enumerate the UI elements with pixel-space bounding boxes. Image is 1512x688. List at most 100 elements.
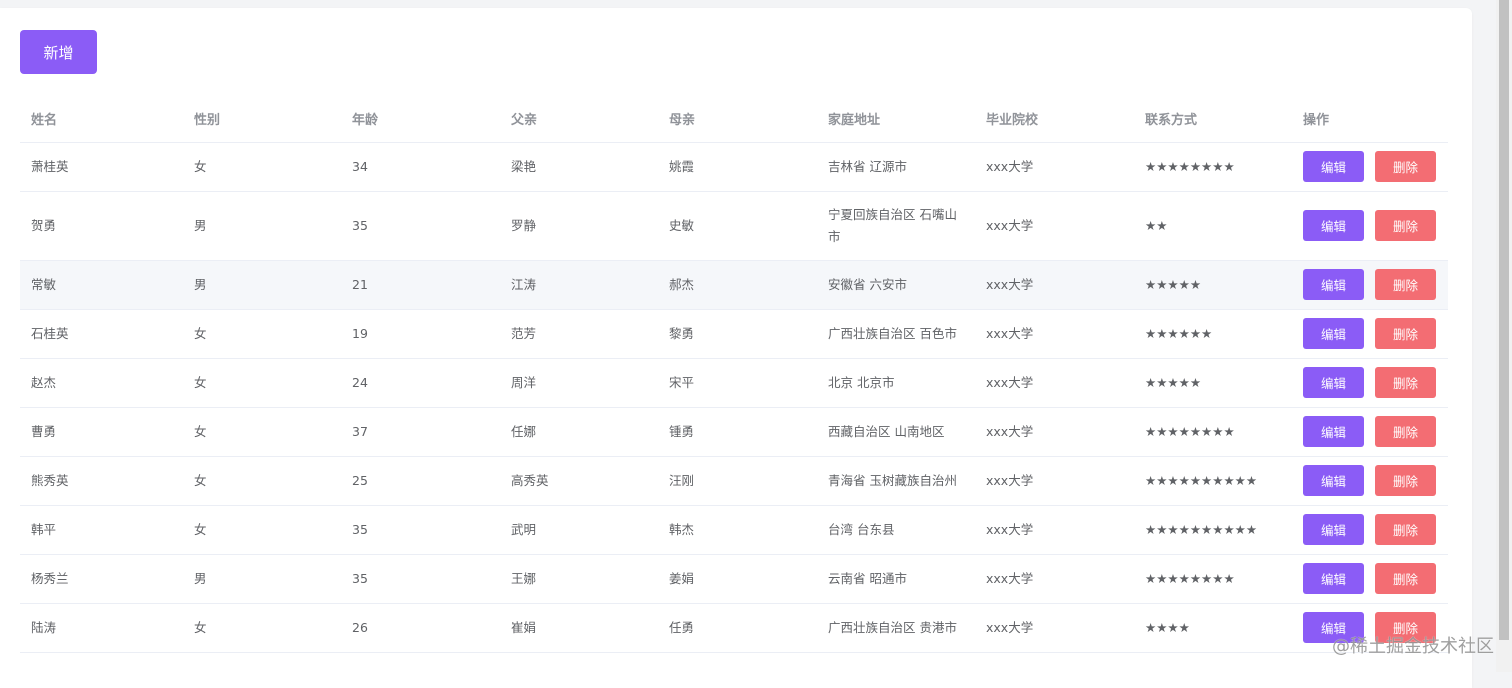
cell-father: 崔娟 <box>500 603 658 652</box>
column-header-actions: 操作 <box>1292 95 1448 142</box>
cell-age: 34 <box>341 142 500 191</box>
cell-age: 35 <box>341 554 500 603</box>
cell-mother: 姚霞 <box>658 142 817 191</box>
column-header-address[interactable]: 家庭地址 <box>817 95 975 142</box>
delete-button[interactable]: 删除 <box>1375 563 1436 594</box>
cell-name: 石桂英 <box>20 309 183 358</box>
cell-address: 青海省 玉树藏族自治州 <box>817 456 975 505</box>
cell-name: 萧桂英 <box>20 142 183 191</box>
scrollbar-thumb[interactable] <box>1499 0 1509 640</box>
cell-school: xxx大学 <box>975 603 1134 652</box>
cell-gender: 女 <box>183 505 341 554</box>
cell-contact: ★★★★★ <box>1134 358 1292 407</box>
table-row[interactable]: 杨秀兰 男 35 王娜 姜娟 云南省 昭通市 xxx大学 ★★★★★★★★ 编辑… <box>20 554 1448 603</box>
edit-button[interactable]: 编辑 <box>1303 465 1364 496</box>
cell-father: 范芳 <box>500 309 658 358</box>
cell-school: xxx大学 <box>975 554 1134 603</box>
add-button[interactable]: 新增 <box>20 30 97 74</box>
cell-age: 25 <box>341 456 500 505</box>
cell-actions: 编辑删除 <box>1292 505 1448 554</box>
delete-button[interactable]: 删除 <box>1375 416 1436 447</box>
table-body: 萧桂英 女 34 梁艳 姚霞 吉林省 辽源市 xxx大学 ★★★★★★★★ 编辑… <box>20 142 1448 652</box>
cell-school: xxx大学 <box>975 142 1134 191</box>
cell-contact: ★★★★★★★★★★ <box>1134 505 1292 554</box>
edit-button[interactable]: 编辑 <box>1303 416 1364 447</box>
delete-button[interactable]: 删除 <box>1375 367 1436 398</box>
cell-school: xxx大学 <box>975 191 1134 260</box>
cell-name: 贺勇 <box>20 191 183 260</box>
cell-contact: ★★★★★ <box>1134 260 1292 309</box>
delete-button[interactable]: 删除 <box>1375 514 1436 545</box>
cell-age: 35 <box>341 505 500 554</box>
cell-gender: 女 <box>183 407 341 456</box>
table-row[interactable]: 陆涛 女 26 崔娟 任勇 广西壮族自治区 贵港市 xxx大学 ★★★★ 编辑删… <box>20 603 1448 652</box>
cell-age: 19 <box>341 309 500 358</box>
edit-button[interactable]: 编辑 <box>1303 514 1364 545</box>
table-row[interactable]: 韩平 女 35 武明 韩杰 台湾 台东县 xxx大学 ★★★★★★★★★★ 编辑… <box>20 505 1448 554</box>
edit-button[interactable]: 编辑 <box>1303 269 1364 300</box>
cell-school: xxx大学 <box>975 358 1134 407</box>
delete-button[interactable]: 删除 <box>1375 318 1436 349</box>
edit-button[interactable]: 编辑 <box>1303 210 1364 241</box>
cell-contact: ★★★★ <box>1134 603 1292 652</box>
cell-address: 吉林省 辽源市 <box>817 142 975 191</box>
cell-gender: 女 <box>183 142 341 191</box>
cell-address: 西藏自治区 山南地区 <box>817 407 975 456</box>
edit-button[interactable]: 编辑 <box>1303 367 1364 398</box>
column-header-contact[interactable]: 联系方式 <box>1134 95 1292 142</box>
column-header-gender[interactable]: 性别 <box>183 95 341 142</box>
cell-name: 韩平 <box>20 505 183 554</box>
table-row[interactable]: 赵杰 女 24 周洋 宋平 北京 北京市 xxx大学 ★★★★★ 编辑删除 <box>20 358 1448 407</box>
cell-father: 高秀英 <box>500 456 658 505</box>
column-header-age[interactable]: 年龄 <box>341 95 500 142</box>
cell-actions: 编辑删除 <box>1292 309 1448 358</box>
data-table: 姓名 性别 年龄 父亲 母亲 家庭地址 毕业院校 联系方式 操作 萧桂英 女 3… <box>20 95 1448 653</box>
cell-mother: 任勇 <box>658 603 817 652</box>
column-header-mother[interactable]: 母亲 <box>658 95 817 142</box>
table-row[interactable]: 曹勇 女 37 任娜 锺勇 西藏自治区 山南地区 xxx大学 ★★★★★★★★ … <box>20 407 1448 456</box>
cell-name: 杨秀兰 <box>20 554 183 603</box>
table-row[interactable]: 石桂英 女 19 范芳 黎勇 广西壮族自治区 百色市 xxx大学 ★★★★★★ … <box>20 309 1448 358</box>
cell-actions: 编辑删除 <box>1292 142 1448 191</box>
cell-age: 26 <box>341 603 500 652</box>
table-row[interactable]: 熊秀英 女 25 高秀英 汪刚 青海省 玉树藏族自治州 xxx大学 ★★★★★★… <box>20 456 1448 505</box>
cell-address: 广西壮族自治区 贵港市 <box>817 603 975 652</box>
column-header-father[interactable]: 父亲 <box>500 95 658 142</box>
delete-button[interactable]: 删除 <box>1375 210 1436 241</box>
edit-button[interactable]: 编辑 <box>1303 563 1364 594</box>
cell-mother: 姜娟 <box>658 554 817 603</box>
cell-mother: 郝杰 <box>658 260 817 309</box>
delete-button[interactable]: 删除 <box>1375 151 1436 182</box>
cell-contact: ★★★★★★★★ <box>1134 554 1292 603</box>
cell-father: 罗静 <box>500 191 658 260</box>
cell-actions: 编辑删除 <box>1292 191 1448 260</box>
cell-actions: 编辑删除 <box>1292 407 1448 456</box>
delete-button[interactable]: 删除 <box>1375 465 1436 496</box>
table-row[interactable]: 常敏 男 21 江涛 郝杰 安徽省 六安市 xxx大学 ★★★★★ 编辑删除 <box>20 260 1448 309</box>
table-row[interactable]: 萧桂英 女 34 梁艳 姚霞 吉林省 辽源市 xxx大学 ★★★★★★★★ 编辑… <box>20 142 1448 191</box>
cell-address: 安徽省 六安市 <box>817 260 975 309</box>
cell-father: 武明 <box>500 505 658 554</box>
edit-button[interactable]: 编辑 <box>1303 151 1364 182</box>
delete-button[interactable]: 删除 <box>1375 269 1436 300</box>
cell-actions: 编辑删除 <box>1292 358 1448 407</box>
edit-button[interactable]: 编辑 <box>1303 318 1364 349</box>
column-header-school[interactable]: 毕业院校 <box>975 95 1134 142</box>
cell-name: 熊秀英 <box>20 456 183 505</box>
vertical-scrollbar[interactable] <box>1496 0 1512 672</box>
cell-mother: 韩杰 <box>658 505 817 554</box>
cell-gender: 男 <box>183 554 341 603</box>
table-row[interactable]: 贺勇 男 35 罗静 史敏 宁夏回族自治区 石嘴山市 xxx大学 ★★ 编辑删除 <box>20 191 1448 260</box>
column-header-name[interactable]: 姓名 <box>20 95 183 142</box>
cell-gender: 女 <box>183 456 341 505</box>
cell-age: 37 <box>341 407 500 456</box>
cell-school: xxx大学 <box>975 456 1134 505</box>
cell-name: 常敏 <box>20 260 183 309</box>
cell-school: xxx大学 <box>975 407 1134 456</box>
cell-contact: ★★★★★★★★ <box>1134 407 1292 456</box>
cell-address: 宁夏回族自治区 石嘴山市 <box>817 191 975 260</box>
cell-school: xxx大学 <box>975 505 1134 554</box>
cell-father: 周洋 <box>500 358 658 407</box>
watermark: @稀土掘金技术社区 <box>1332 632 1494 658</box>
cell-address: 北京 北京市 <box>817 358 975 407</box>
